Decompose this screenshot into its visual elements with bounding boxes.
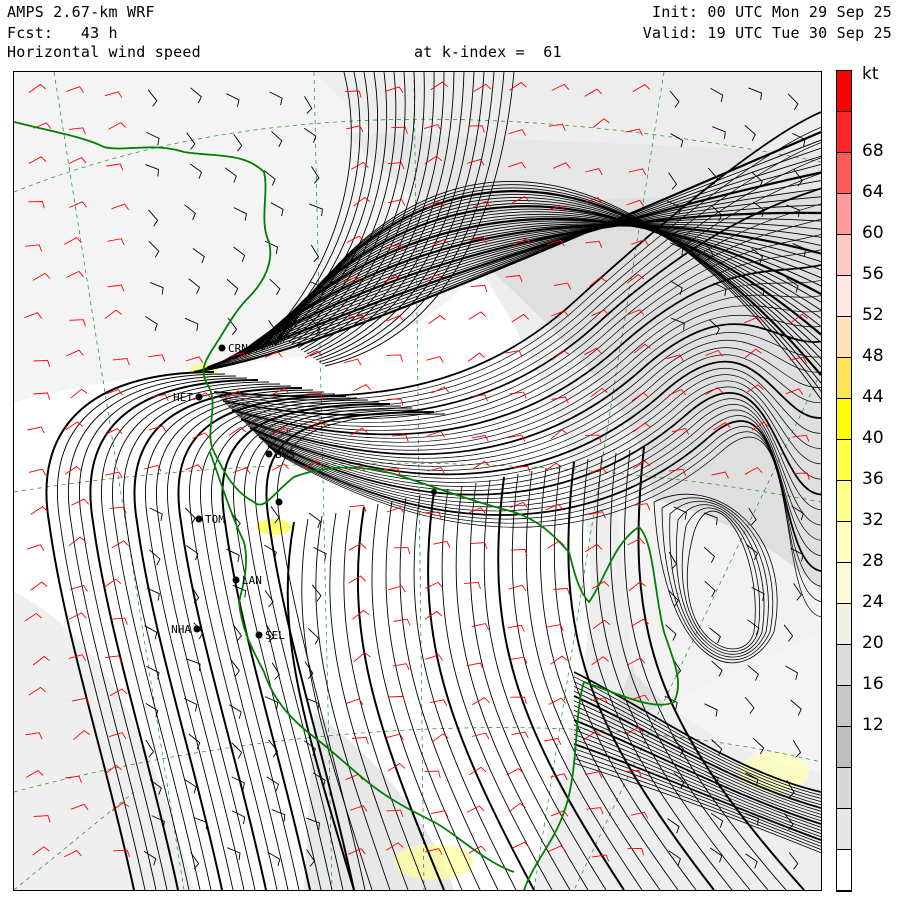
colorbar-segment [837,768,851,809]
colorbar-tick-label: 68 [862,141,884,161]
init-time: Init: 00 UTC Mon 29 Sep 25 [652,3,892,21]
valid-time: Valid: 19 UTC Tue 30 Sep 25 [642,24,892,42]
station-label: NHA [171,623,191,636]
colorbar-segment [837,276,851,317]
colorbar-tick-label: 60 [862,223,884,243]
colorbar-tick-label: 28 [862,551,884,571]
colorbar-tick-label: 52 [862,305,884,325]
model-title: AMPS 2.67-km WRF [7,3,155,21]
station-label: LAN [242,574,262,587]
colorbar-segment [837,809,851,850]
colorbar-segment [837,645,851,686]
colorbar-segment [837,604,851,645]
colorbar-segment [837,71,851,112]
wind-speed-map: CRN HET BYS TOM LAN NHA SEL [13,71,822,891]
colorbar-segment [837,194,851,235]
station-dot [255,631,263,639]
colorbar-segment [837,153,851,194]
colorbar-segment [837,358,851,399]
station-dot [195,393,203,401]
colorbar-tick-label: 24 [862,592,884,612]
colorbar-segment [837,686,851,727]
colorbar-tick-label: 48 [862,346,884,366]
colorbar-segment [837,522,851,563]
station-label: SEL [265,629,285,642]
colorbar-tick-label: 36 [862,469,884,489]
field-name: Horizontal wind speed [7,43,201,61]
colorbar-segment [837,317,851,358]
colorbar-segment [837,563,851,604]
station-label: TOM [205,513,225,526]
station-dot [193,625,201,633]
colorbar-tick-label: 16 [862,674,884,694]
station-dot [195,515,203,523]
station-label: HET [173,391,193,404]
station-dot [265,450,273,458]
station-label: CRN [228,342,248,355]
colorbar-tick-label: 32 [862,510,884,530]
station-dot [218,344,226,352]
colorbar-segment [837,112,851,153]
colorbar-tick-label: 12 [862,715,884,735]
colorbar-tick-label: 56 [862,264,884,284]
station-dot [275,498,283,506]
colorbar-tick-label: 44 [862,387,884,407]
colorbar-segment [837,399,851,440]
colorbar-segment [837,235,851,276]
colorbar-tick-label: 20 [862,633,884,653]
colorbar-segment [837,850,851,891]
colorbar-segment [837,440,851,481]
station-dot [232,576,240,584]
colorbar [836,70,852,892]
colorbar-tick-label: 64 [862,182,884,202]
colorbar-segment [837,481,851,522]
colorbar-tick-label: 40 [862,428,884,448]
station-dot [431,489,437,495]
colorbar-unit: kt [862,64,879,84]
station-label: BYS [275,448,295,461]
level-index: at k-index = 61 [414,43,562,61]
colorbar-segment [837,727,851,768]
forecast-hour: Fcst: 43 h [7,24,118,42]
